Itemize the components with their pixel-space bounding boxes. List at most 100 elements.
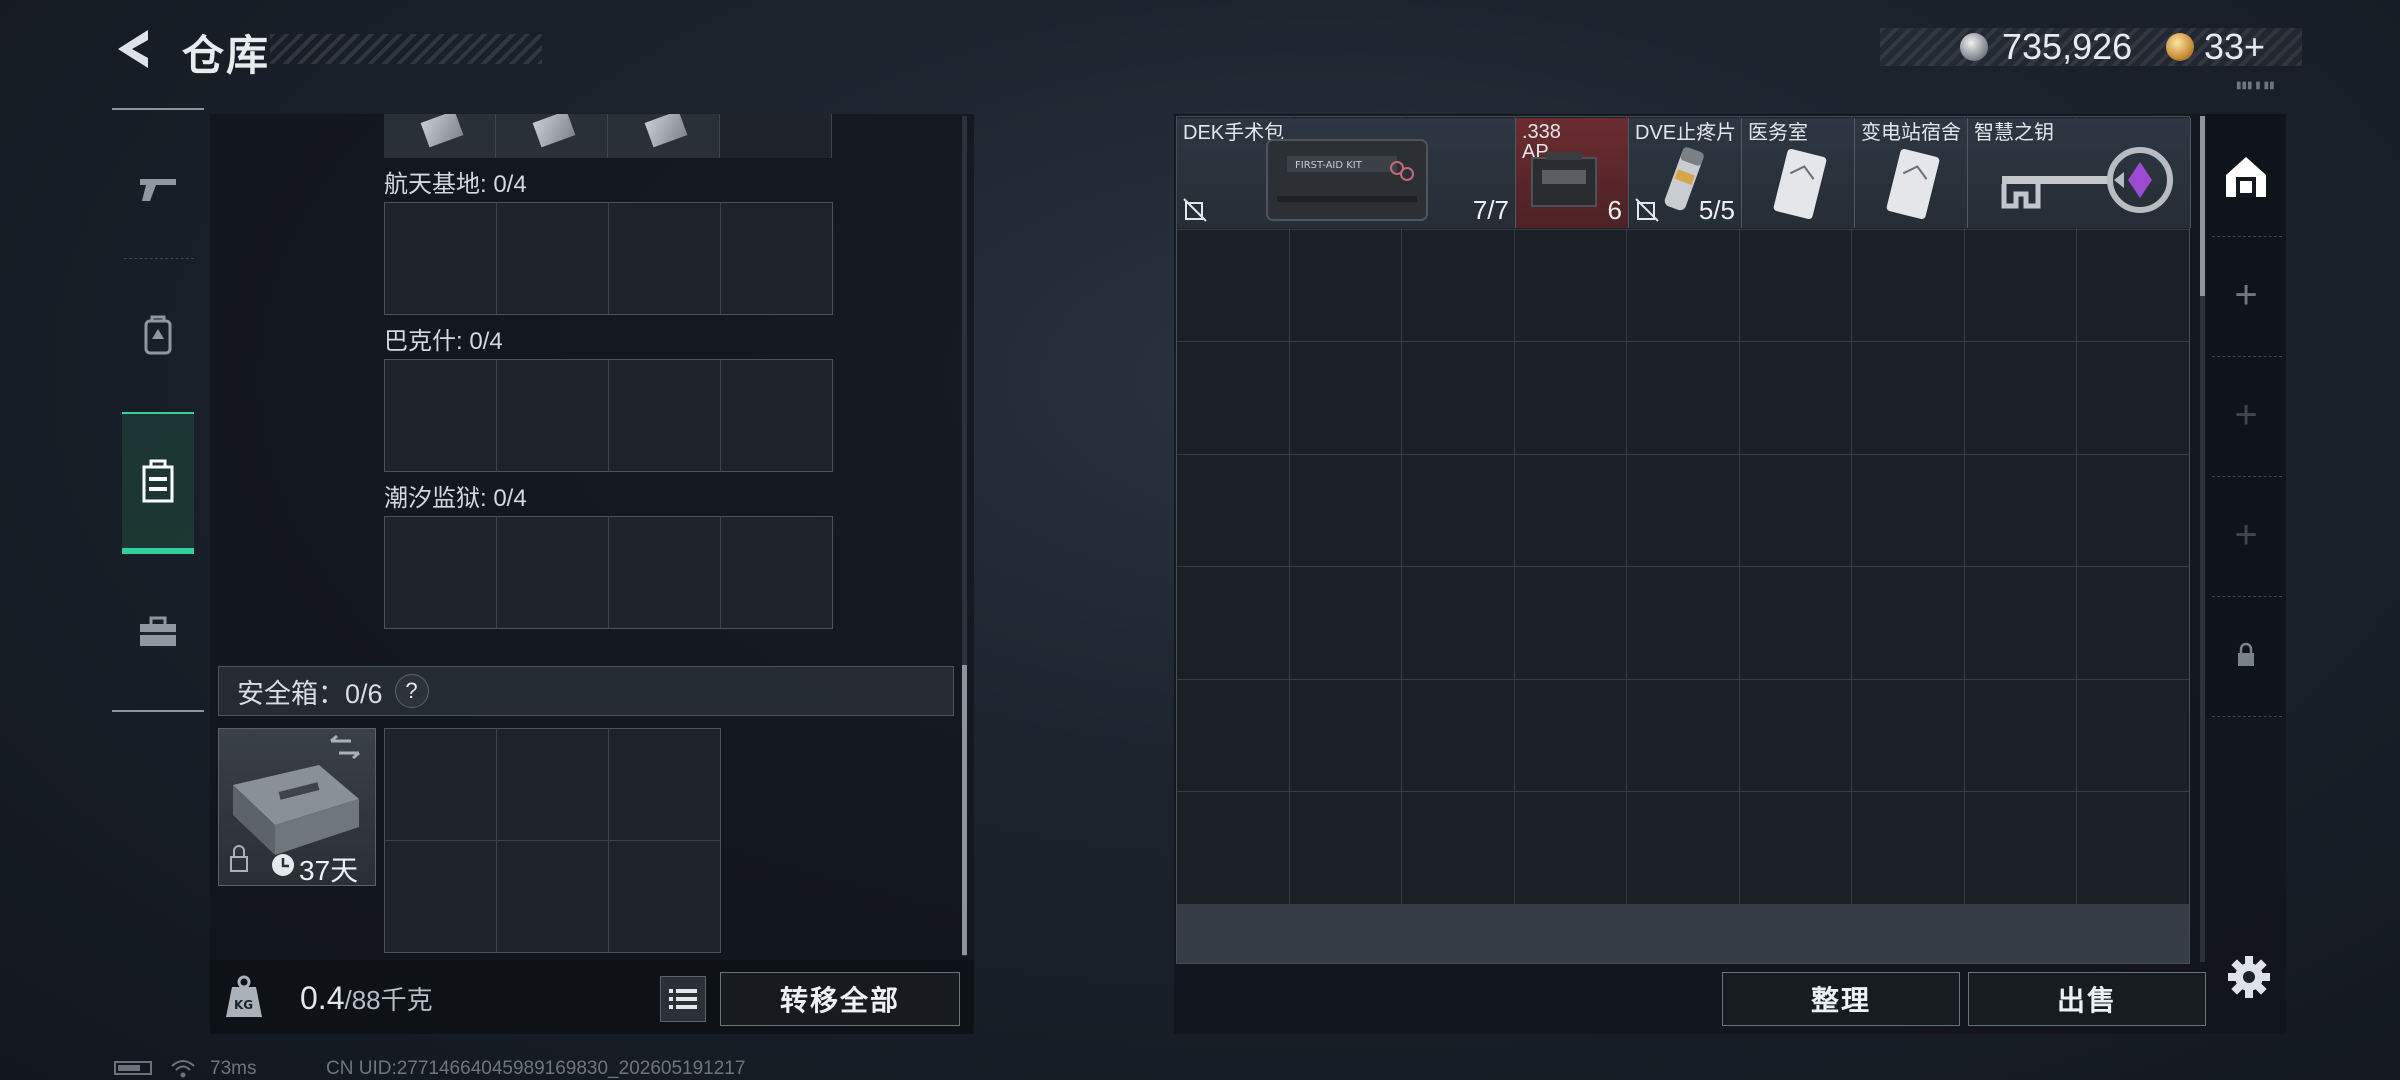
- key-slot[interactable]: [609, 360, 720, 471]
- key-slot[interactable]: [496, 114, 608, 158]
- stash-slot[interactable]: [1402, 567, 1514, 679]
- key-slot[interactable]: [384, 114, 496, 158]
- key-slot[interactable]: [385, 360, 496, 471]
- stash-slot[interactable]: [1514, 342, 1626, 454]
- stash-tab-add-3[interactable]: +: [2206, 476, 2286, 594]
- stash-item-painkiller[interactable]: DVE止疼片 5/5: [1629, 118, 1742, 228]
- stash-slot[interactable]: [2077, 342, 2189, 454]
- transfer-all-button[interactable]: 转移全部: [720, 972, 960, 1026]
- stash-slot[interactable]: [1627, 567, 1739, 679]
- stash-item-keycard-substation[interactable]: 变电站宿舍: [1855, 118, 1968, 228]
- stash-slot[interactable]: [1627, 342, 1739, 454]
- stash-slot[interactable]: [2077, 229, 2189, 341]
- stash-slot[interactable]: [1514, 679, 1626, 791]
- settings-gear-icon[interactable]: [2226, 954, 2272, 1000]
- stash-slot[interactable]: [1289, 229, 1401, 341]
- stash-slot[interactable]: [1627, 229, 1739, 341]
- help-button[interactable]: ?: [394, 674, 429, 708]
- safe-slot[interactable]: [497, 729, 608, 840]
- stash-slot[interactable]: [1739, 229, 1851, 341]
- stash-slot[interactable]: [1739, 454, 1851, 566]
- stash-slot[interactable]: [1177, 679, 1289, 791]
- key-slot[interactable]: [721, 203, 832, 314]
- stash-slot[interactable]: [1627, 792, 1739, 904]
- stash-slot[interactable]: [1627, 679, 1739, 791]
- stash-slot[interactable]: [1177, 229, 1289, 341]
- list-view-button[interactable]: [660, 976, 706, 1022]
- stash-slot[interactable]: [1964, 454, 2076, 566]
- stash-slot[interactable]: [1852, 229, 1964, 341]
- key-slot[interactable]: [497, 517, 608, 628]
- stash-slot[interactable]: [1627, 454, 1739, 566]
- safe-slot[interactable]: [609, 841, 720, 952]
- stash-slot[interactable]: [2077, 567, 2189, 679]
- stash-slot[interactable]: [1964, 229, 2076, 341]
- stash-slot[interactable]: [1739, 567, 1851, 679]
- stash-slot[interactable]: [1852, 567, 1964, 679]
- key-slot[interactable]: [721, 360, 832, 471]
- key-slot[interactable]: [609, 203, 720, 314]
- stash-slot[interactable]: [1514, 792, 1626, 904]
- back-arrow-icon[interactable]: [112, 26, 154, 72]
- safe-slot[interactable]: [497, 841, 608, 952]
- stash-slot[interactable]: [1289, 679, 1401, 791]
- stash-tab-add-2[interactable]: +: [2206, 356, 2286, 474]
- stash-slot[interactable]: [1514, 567, 1626, 679]
- key-slot[interactable]: [609, 517, 720, 628]
- stash-slot[interactable]: [1852, 792, 1964, 904]
- nav-backpack[interactable]: [122, 290, 194, 380]
- stash-item-wisdom-key[interactable]: 智慧之钥: [1968, 118, 2191, 228]
- stash-item-ammo[interactable]: .338 AP 6: [1516, 118, 1629, 228]
- stash-scrollbar-thumb[interactable]: [2200, 116, 2205, 296]
- key-slot[interactable]: [720, 114, 832, 158]
- nav-weapons[interactable]: [122, 144, 194, 234]
- stash-slot[interactable]: [1402, 342, 1514, 454]
- stash-slot[interactable]: [1177, 342, 1289, 454]
- stash-slot[interactable]: [1289, 567, 1401, 679]
- key-slot[interactable]: [385, 517, 496, 628]
- stash-slot[interactable]: [1852, 679, 1964, 791]
- key-slot[interactable]: [608, 114, 720, 158]
- stash-slot[interactable]: [1402, 229, 1514, 341]
- safe-slot[interactable]: [609, 729, 720, 840]
- stash-slot[interactable]: [1852, 342, 1964, 454]
- stash-slot[interactable]: [1289, 454, 1401, 566]
- stash-slot[interactable]: [1739, 792, 1851, 904]
- stash-slot[interactable]: [1402, 792, 1514, 904]
- stash-slot[interactable]: [1739, 679, 1851, 791]
- stash-slot[interactable]: [1289, 342, 1401, 454]
- stash-slot[interactable]: [2077, 454, 2189, 566]
- gold-amount[interactable]: 33+: [2204, 26, 2265, 68]
- stash-slot[interactable]: [2077, 679, 2189, 791]
- safe-case-item[interactable]: 37天: [218, 728, 376, 886]
- sell-button[interactable]: 出售: [1968, 972, 2206, 1026]
- nav-toolbox[interactable]: [122, 586, 194, 676]
- stash-item-surgical-kit[interactable]: DEK手术包 FIRST-AID KIT 7/7: [1177, 118, 1516, 228]
- stash-slot[interactable]: [1289, 792, 1401, 904]
- stash-tab-locked[interactable]: [2206, 596, 2286, 714]
- stash-slot[interactable]: [1402, 679, 1514, 791]
- stash-slot[interactable]: [1739, 342, 1851, 454]
- stash-slot[interactable]: [1514, 229, 1626, 341]
- stash-tab-main[interactable]: [2206, 118, 2286, 236]
- stash-slot[interactable]: [2077, 792, 2189, 904]
- key-slot[interactable]: [497, 360, 608, 471]
- add-gold-button[interactable]: +: [2244, 26, 2265, 67]
- key-slot[interactable]: [721, 517, 832, 628]
- stash-slot[interactable]: [1514, 454, 1626, 566]
- stash-slot[interactable]: [1852, 454, 1964, 566]
- stash-slot[interactable]: [1964, 567, 2076, 679]
- stash-slot[interactable]: [1177, 567, 1289, 679]
- safe-slot[interactable]: [385, 729, 496, 840]
- key-slot[interactable]: [385, 203, 496, 314]
- sort-button[interactable]: 整理: [1722, 972, 1960, 1026]
- key-slot[interactable]: [497, 203, 608, 314]
- stash-slot[interactable]: [1177, 792, 1289, 904]
- stash-item-keycard-infirmary[interactable]: 医务室: [1742, 118, 1855, 228]
- stash-tab-add-1[interactable]: +: [2206, 236, 2286, 354]
- stash-slot[interactable]: [1964, 679, 2076, 791]
- stash-slot[interactable]: [1964, 792, 2076, 904]
- left-scrollbar-thumb[interactable]: [962, 665, 967, 955]
- stash-slot[interactable]: [1964, 342, 2076, 454]
- safe-slot[interactable]: [385, 841, 496, 952]
